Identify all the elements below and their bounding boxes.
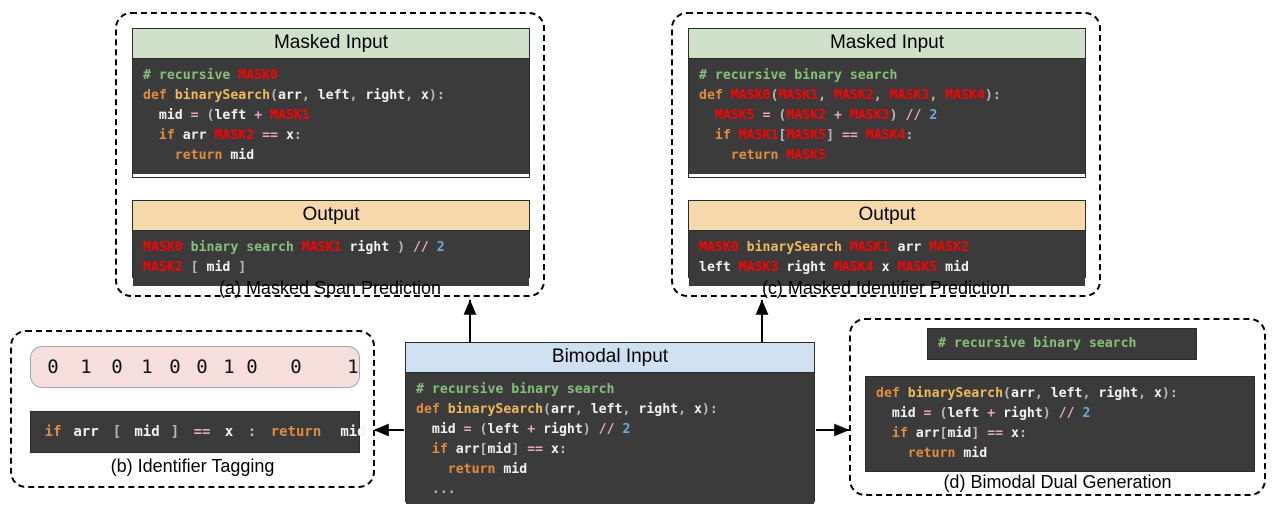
panel-c-output-header: Output [689,201,1085,231]
code-line: # recursive binary search [699,68,898,83]
panel-a-caption: (a) Masked Span Prediction [218,278,442,298]
identifier-tag-cell: 0 [290,356,302,378]
code-line: mid = (left + right) // 2 [416,422,631,437]
code-line: if MASK1[MASK5] == MASK4: [699,128,914,143]
code-line: # recursive MASK0 [143,68,278,83]
panel-a-masked-input-code: # recursive MASK0 def binarySearch(arr, l… [133,59,529,174]
identifier-tag-cell: 1 [141,356,153,378]
identifier-tag-cell: 0 [196,356,208,378]
panel-c-masked-input-header: Masked Input [689,29,1085,59]
panel-b-caption: (b) Identifier Tagging [110,456,275,476]
panel-d-nl-box: # recursive binary search [927,328,1197,360]
code-line: MASK0 binary search MASK1 right ) // 2 [143,240,445,255]
identifier-token-cell: mid [340,424,366,440]
bimodal-input-code: # recursive binary search def binarySearc… [406,373,814,504]
code-line: # recursive binary search [416,382,615,397]
code-line: def MASK0(MASK1, MASK2, MASK3, MASK4): [699,88,1001,103]
panel-d-caption: (d) Bimodal Dual Generation [943,472,1172,492]
code-line: mid = (left + MASK1 [143,108,310,123]
panel-a-masked-input-header: Masked Input [133,29,529,59]
identifier-tag-cell: 1 [347,356,359,378]
identifier-tag-cell: 0 [47,356,59,378]
panel-identifier-tagging: 0101001001 if arr[mid] == x: return mid (b) I… [10,330,375,488]
panel-a-output-header: Output [133,201,529,231]
code-line: MASK5 = (MASK2 + MASK3) // 2 [714,108,938,123]
code-line: if arr[mid] == x: [416,442,567,457]
panel-masked-identifier-prediction: Masked Input # recursive binary search de… [671,12,1101,298]
identifier-tag-strip: 0101001001 [30,346,360,388]
panel-c-output-box: Output MASK0 binarySearch MASK1 arr MASK… [688,200,1086,286]
code-line: MASK0 binarySearch MASK1 arr MASK2 [699,240,969,255]
identifier-tag-cell: 0 [169,356,181,378]
panel-c-caption: (c) Masked Identifier Prediction [761,278,1011,298]
panel-bimodal-dual-generation: # recursive binary search def binarySear… [849,318,1266,496]
identifier-token-cell: return [270,424,322,440]
identifier-token-strip: if arr[mid] == x: return mid [30,411,366,453]
panel-d-pl-box: def binarySearch(arr, left, right, x): m… [865,376,1255,472]
code-line: ... [416,482,456,497]
identifier-tag-cell: 0 [246,356,258,378]
code-line: if arr MASK2 == x: [143,128,302,143]
panel-c-masked-input-code: # recursive binary search def MASK0(MASK1… [689,59,1085,174]
identifier-tag-cell: 1 [80,356,92,378]
bimodal-input-header: Bimodal Input [406,343,814,373]
code-line: if arr[mid] == x: [876,426,1027,441]
code-line: return mid [876,446,988,461]
panel-a-masked-input-box: Masked Input # recursive MASK0 def binary… [132,28,530,178]
code-line: def binarySearch(arr, left, right, x): [143,88,445,103]
code-line: mid = (left + right) // 2 [876,406,1091,421]
code-line: def binarySearch(arr, left, right, x): [876,386,1178,401]
panel-d-nl-code: # recursive binary search [928,329,1196,359]
identifier-tag-cell: 1 [223,356,235,378]
code-line: return mid [143,148,255,163]
code-line: return mid [416,462,528,477]
panel-d-pl-code: def binarySearch(arr, left, right, x): m… [866,377,1254,471]
panel-a-output-box: Output MASK0 binary search MASK1 right )… [132,200,530,286]
panel-c-masked-input-box: Masked Input # recursive binary search de… [688,28,1086,178]
code-line: # recursive binary search [938,336,1137,351]
code-line: def binarySearch(arr, left, right, x): [416,402,718,417]
bimodal-input-box: Bimodal Input # recursive binary search d… [405,342,815,504]
identifier-tag-cell: 0 [111,356,123,378]
code-line: MASK2 [ mid ] [143,260,247,275]
panel-masked-span-prediction: Masked Input # recursive MASK0 def binary… [115,12,545,298]
code-line: return MASK5 [699,148,827,163]
code-line: left MASK3 right MASK4 x MASK5 mid [699,260,969,275]
